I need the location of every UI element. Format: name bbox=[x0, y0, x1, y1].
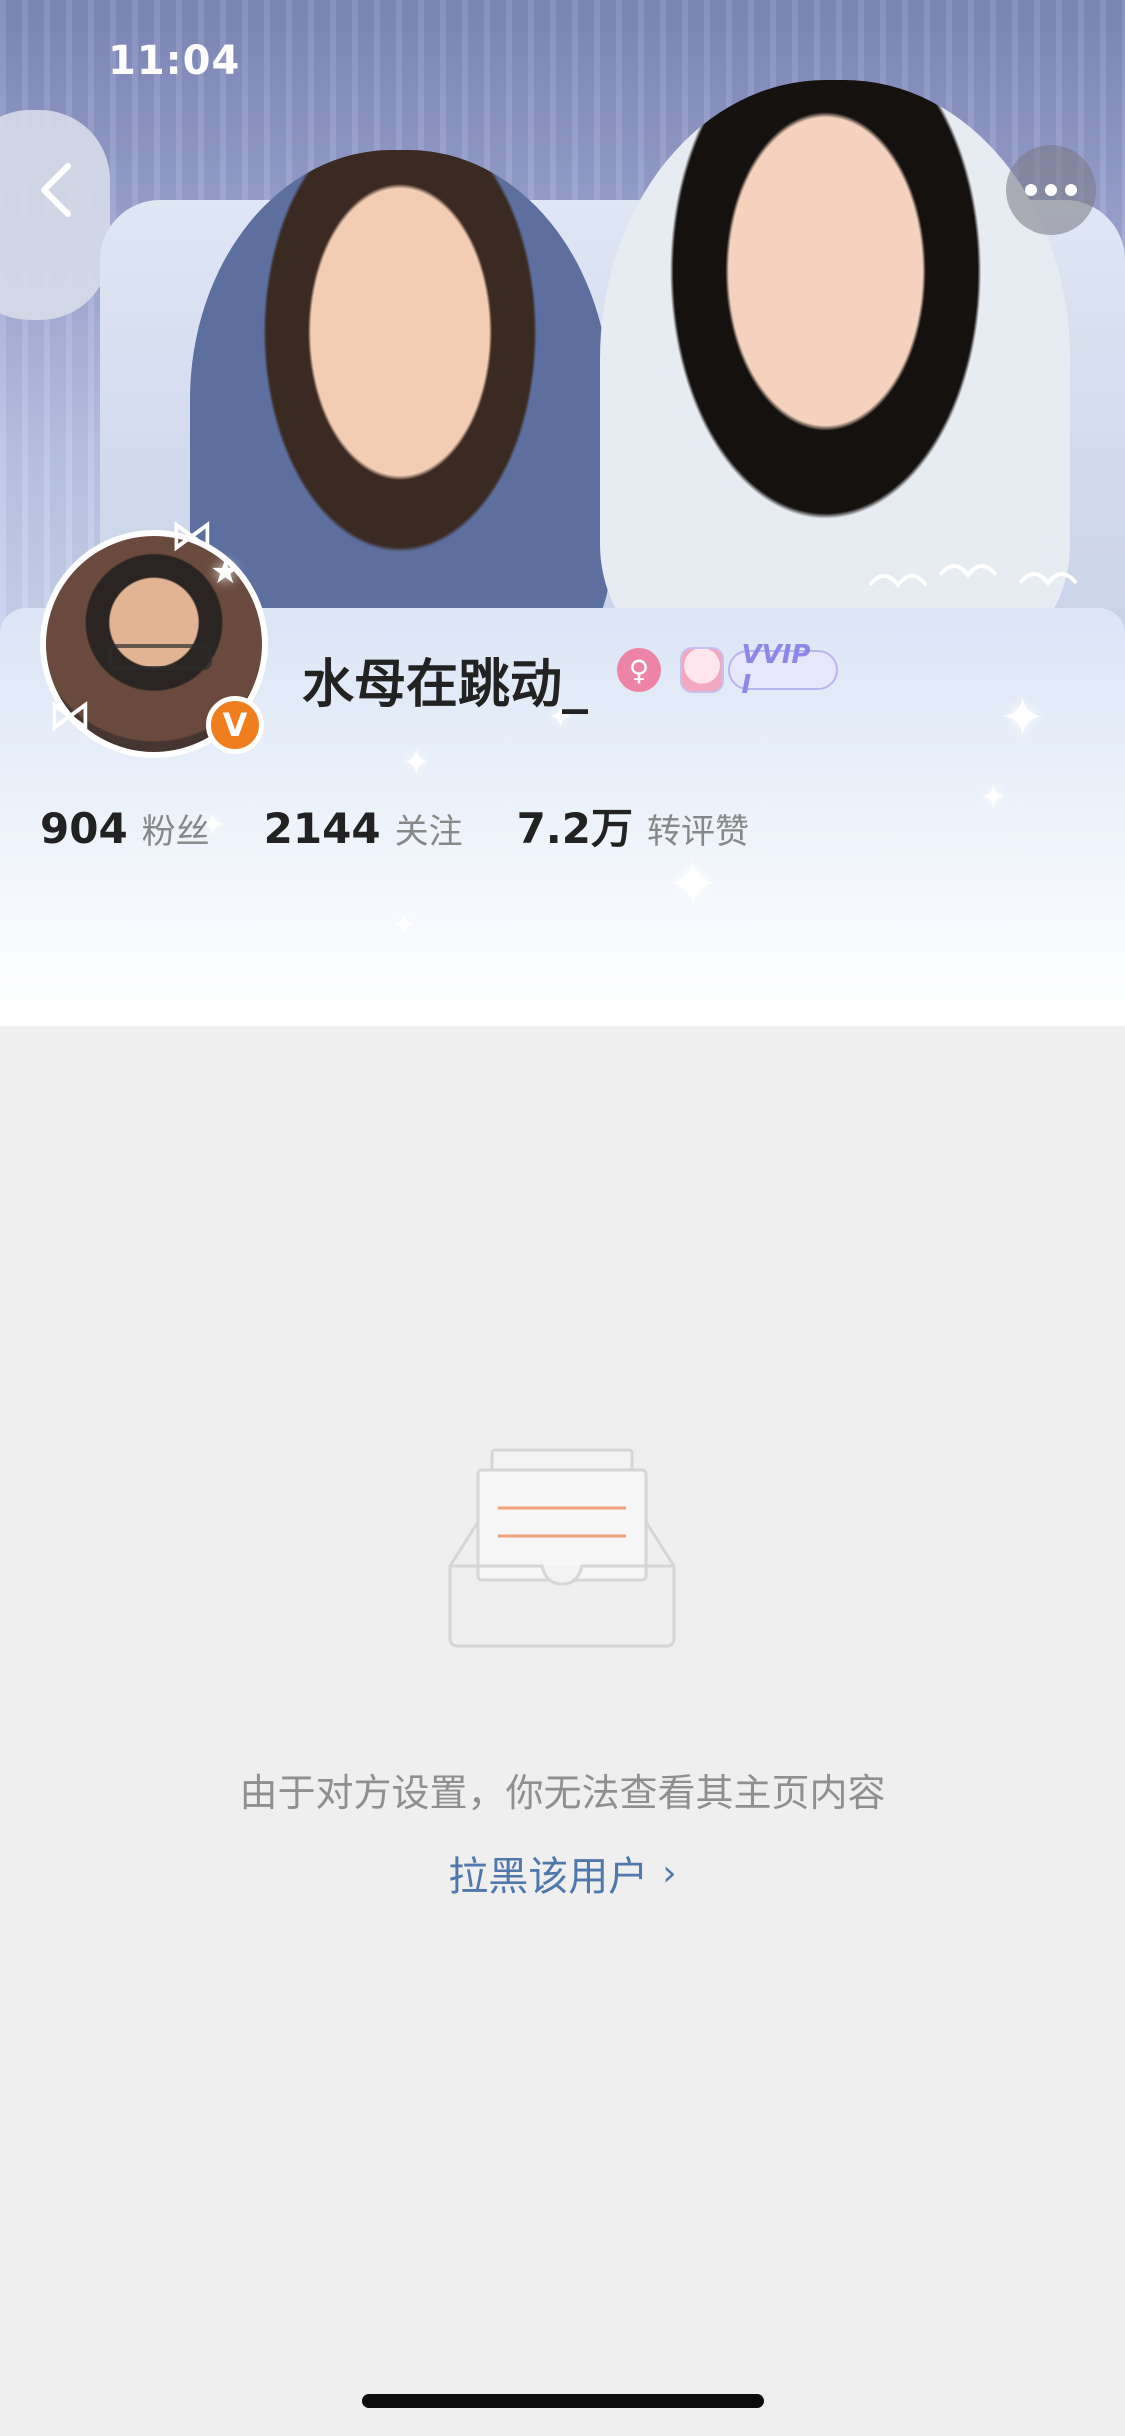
profile-username: 水母在跳动_ bbox=[302, 655, 589, 715]
empty-box-icon bbox=[448, 1448, 676, 1648]
vip-label: VVIP I bbox=[727, 640, 838, 700]
stat-following[interactable]: 2144 关注 bbox=[264, 804, 463, 853]
stat-label: 粉丝 bbox=[141, 812, 210, 852]
stat-label: 关注 bbox=[394, 812, 463, 852]
chevron-left-icon bbox=[41, 163, 71, 217]
stat-label: 转评赞 bbox=[646, 812, 749, 852]
avatar-detail bbox=[108, 644, 212, 670]
back-button[interactable] bbox=[26, 150, 86, 230]
star-decoration-icon: ★ bbox=[210, 552, 241, 592]
sparkle-decoration: ✦ bbox=[402, 743, 431, 783]
chevron-right-icon: › bbox=[662, 1852, 677, 1894]
block-user-label: 拉黑该用户 bbox=[448, 1854, 649, 1900]
verified-badge-icon: V bbox=[206, 696, 264, 754]
block-user-link[interactable]: 拉黑该用户 › bbox=[0, 1844, 1125, 1902]
empty-state-message: 由于对方设置，你无法查看其主页内容 bbox=[239, 1771, 886, 1815]
status-bar-time: 11:04 bbox=[108, 38, 241, 84]
sparkle-decoration: ✦ bbox=[1000, 686, 1046, 749]
profile-stats: 904 粉丝 2144 关注 7.2万 转评赞 bbox=[40, 795, 803, 853]
vip-mascot-icon bbox=[680, 647, 724, 693]
more-options-button[interactable] bbox=[1006, 145, 1096, 235]
vip-badge[interactable]: VVIP I bbox=[680, 640, 838, 700]
sparkle-decoration: ✦ bbox=[392, 908, 416, 941]
stat-value: 904 bbox=[40, 804, 128, 853]
home-indicator[interactable] bbox=[362, 2394, 764, 2408]
cover-birds-decoration bbox=[868, 564, 1078, 589]
sparkle-decoration: ✦ bbox=[666, 848, 720, 922]
stat-interactions[interactable]: 7.2万 转评赞 bbox=[517, 795, 749, 856]
bow-decoration-icon: ⋈ bbox=[48, 690, 92, 741]
female-icon: ♀ bbox=[617, 648, 661, 692]
ellipsis-icon bbox=[1025, 184, 1077, 196]
sparkle-decoration: ✦ bbox=[980, 778, 1007, 816]
stat-value: 7.2万 bbox=[516, 804, 633, 853]
stat-value: 2144 bbox=[263, 804, 381, 853]
avatar-container[interactable]: ⋈ ⋈ ★ V bbox=[40, 510, 268, 758]
bow-decoration-icon: ⋈ bbox=[170, 510, 214, 561]
stat-followers[interactable]: 904 粉丝 bbox=[40, 804, 210, 853]
